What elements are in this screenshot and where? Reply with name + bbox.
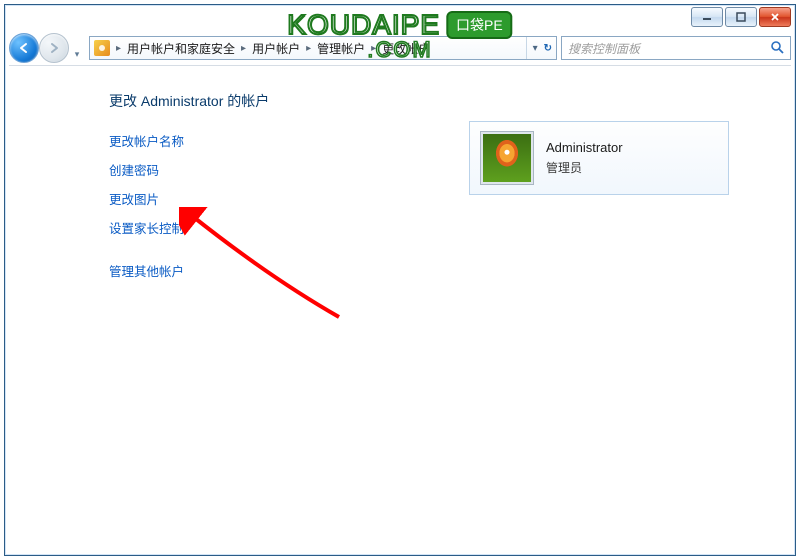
breadcrumb-sep-icon: ▸ (306, 43, 311, 54)
search-input[interactable]: 搜索控制面板 (561, 36, 791, 60)
account-role: 管理员 (546, 159, 623, 176)
avatar-image (483, 134, 531, 182)
minimize-button[interactable] (691, 7, 723, 27)
page-title: 更改 Administrator 的帐户 (109, 91, 755, 111)
account-name: Administrator (546, 140, 623, 155)
nav-history-dropdown[interactable]: ▾ (69, 33, 85, 63)
close-button[interactable] (759, 7, 791, 27)
maximize-button[interactable] (725, 7, 757, 27)
breadcrumb-sep-icon: ▸ (371, 43, 376, 54)
window-controls (691, 7, 791, 27)
back-button[interactable] (9, 33, 39, 63)
window-frame: ▾ ▸ 用户帐户和家庭安全 ▸ 用户帐户 ▸ 管理帐户 ▸ 更改帐户 ▾ ↻ 搜… (4, 4, 796, 556)
control-panel-icon (94, 40, 110, 56)
toolbar-divider (9, 65, 791, 66)
content-area: 更改 Administrator 的帐户 更改帐户名称 创建密码 更改图片 设置… (9, 67, 791, 551)
task-create-password[interactable]: 创建密码 (109, 160, 369, 179)
avatar (480, 131, 534, 185)
task-change-picture[interactable]: 更改图片 (109, 189, 369, 208)
address-bar[interactable]: ▸ 用户帐户和家庭安全 ▸ 用户帐户 ▸ 管理帐户 ▸ 更改帐户 ▾ ↻ (89, 36, 557, 60)
address-dropdown-icon[interactable]: ▾ (533, 43, 538, 54)
nav-bar: ▾ ▸ 用户帐户和家庭安全 ▸ 用户帐户 ▸ 管理帐户 ▸ 更改帐户 ▾ ↻ 搜… (9, 33, 791, 63)
search-placeholder: 搜索控制面板 (568, 40, 640, 57)
breadcrumb-sep-icon: ▸ (241, 43, 246, 54)
account-card[interactable]: Administrator 管理员 (469, 121, 729, 195)
task-change-name[interactable]: 更改帐户名称 (109, 131, 369, 150)
search-icon[interactable] (770, 40, 784, 57)
breadcrumb-item[interactable]: 管理帐户 (317, 40, 365, 57)
breadcrumb-sep-icon: ▸ (116, 43, 121, 54)
task-link-list: 更改帐户名称 创建密码 更改图片 设置家长控制 管理其他帐户 (109, 131, 369, 280)
breadcrumb-item[interactable]: 更改帐户 (382, 40, 430, 57)
forward-button[interactable] (39, 33, 69, 63)
task-manage-other-accounts[interactable]: 管理其他帐户 (109, 261, 369, 280)
breadcrumb-item[interactable]: 用户帐户和家庭安全 (127, 40, 235, 57)
breadcrumb-item[interactable]: 用户帐户 (252, 40, 300, 57)
refresh-icon[interactable]: ↻ (544, 43, 552, 54)
task-parental-controls[interactable]: 设置家长控制 (109, 218, 369, 237)
